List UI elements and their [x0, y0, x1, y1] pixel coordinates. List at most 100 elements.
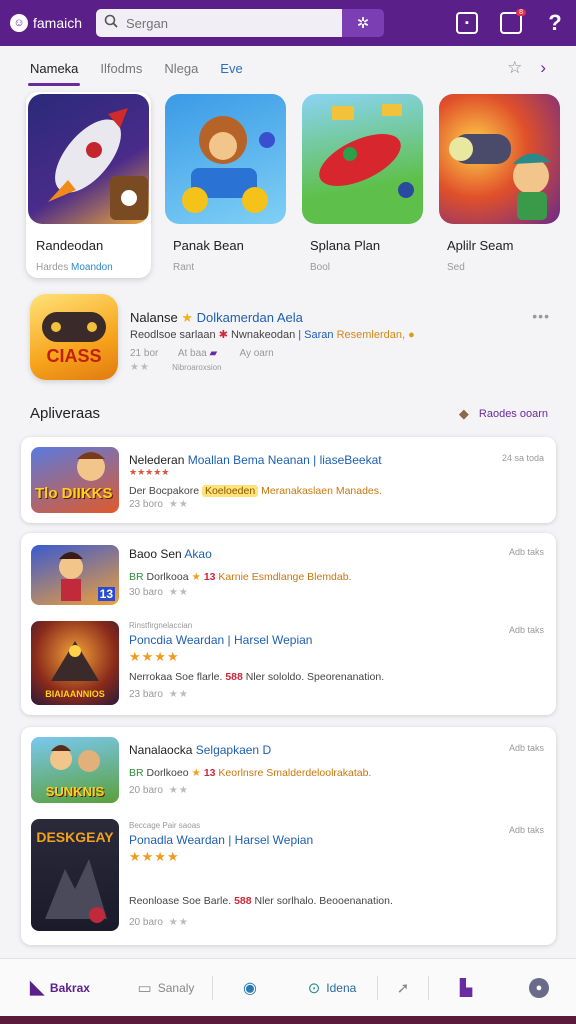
brand[interactable]: ☺ famaich — [10, 14, 92, 32]
list-item-date: Adb taks — [508, 825, 544, 835]
featured-title: Randeodan — [36, 238, 104, 253]
bottom-navigation: ◣ Bakrax ▭ Sanaly ◉ ⊙ Idena ➚ ▙ ● — [0, 958, 576, 1016]
game-thumbnail-icon: Tlo DIIKKS — [31, 447, 119, 513]
game-thumbnail-icon: SUNKNIS — [31, 737, 119, 803]
nav-sanaly[interactable]: ▭ Sanaly — [120, 959, 212, 1017]
list-item-date: 24 sa toda — [501, 453, 544, 463]
list-item-title: Poncdia Weardan | Harsel Wepian — [129, 633, 313, 647]
more-options-icon[interactable]: ••• — [532, 308, 550, 324]
list-item-kicker: Rinstfirgnelaccian — [129, 621, 193, 630]
nav-store[interactable]: ▙ — [429, 959, 503, 1017]
nav-profile[interactable]: ● — [503, 959, 575, 1017]
list-item-meta: 20 baro ★★ — [129, 917, 189, 928]
home-logo-icon: ◣ — [30, 977, 44, 997]
notification-icon[interactable]: 8 — [500, 9, 526, 34]
featured-card[interactable]: Aplilr Seam Sed — [437, 92, 562, 278]
list-item-title: Baoo Sen Akao — [129, 547, 212, 561]
thumbnail-label: Tlo DIIKKS — [35, 485, 113, 502]
list-item[interactable]: 13 Baoo Sen Akao BR Dorlkooa ★ 13 Karnie… — [21, 533, 556, 615]
thumbnail-label: SUNKNIS — [45, 784, 105, 799]
chevron-right-icon[interactable]: › — [540, 58, 546, 78]
featured-subtitle: Bool — [310, 262, 331, 273]
list-item-description: BR Dorlkoeo ★ 13 Keorlnsre Smalderdelool… — [129, 767, 372, 779]
featured-title: Splana Plan — [310, 238, 381, 253]
location-icon: ⊙ — [307, 979, 321, 997]
featured-card[interactable]: Splana Plan Bool — [300, 92, 425, 278]
featured-title: Panak Bean — [173, 238, 244, 253]
promo-description: Reodlsoe sarlaan ✱ Nwnakeodan | Saran Re… — [130, 329, 415, 341]
list-item-meta: 23 baro ★★ — [129, 689, 189, 700]
tab-nameka[interactable]: Nameka — [27, 46, 81, 90]
featured-carousel: Randeodan Hardes Moandon Panak Bean Rant — [26, 92, 562, 278]
tab-ilfodms[interactable]: Ilfodms — [100, 46, 142, 90]
list-item[interactable]: SUNKNIS Nanalaocka Selgapkaen D BR Dorlk… — [21, 727, 556, 811]
brand-name: famaich — [33, 15, 83, 31]
help-icon[interactable]: ? — [544, 10, 566, 36]
notification-badge: 8 — [516, 9, 526, 16]
search-filter-button[interactable]: ✲ — [342, 9, 384, 37]
gamepad-game-icon: CIASS — [30, 294, 118, 380]
thumbnail-label: 13 — [97, 587, 115, 601]
list-item[interactable]: Tlo DIIKKS Nelederan Moallan Bema Neanan… — [21, 437, 556, 523]
store-icon: ▙ — [459, 979, 473, 997]
list-item-stars: ★★★★ — [129, 649, 180, 664]
list-item-meta: 30 baro ★★ — [129, 587, 189, 598]
thumbnail-label: BIAIAANNIOS — [45, 689, 105, 699]
star-outline-icon[interactable]: ☆ — [507, 58, 522, 78]
list-item-title: Nelederan Moallan Bema Neanan | liaseBee… — [129, 453, 382, 467]
list-item-stars: ★★★★ — [129, 849, 180, 864]
plane-game-icon — [302, 94, 423, 224]
list-item-description: Der Bocpakore Koeloeden Meranakaslaen Ma… — [129, 485, 382, 497]
nav-chat[interactable]: ◉ — [213, 959, 287, 1017]
promo-meta: 21 bor At baa ▰ Ay oarn — [130, 348, 274, 359]
list-item-rating: ★★★★★ — [129, 467, 170, 477]
promo-icon-label: CIASS — [46, 346, 102, 366]
app-list-card: SUNKNIS Nanalaocka Selgapkaen D BR Dorlk… — [21, 727, 556, 945]
featured-card[interactable]: Randeodan Hardes Moandon — [26, 92, 151, 278]
search-input[interactable] — [126, 15, 326, 31]
rocket-game-icon — [28, 94, 149, 224]
section-title: Apliveraas — [30, 405, 101, 422]
game-thumbnail-icon: BIAIAANNIOS — [31, 621, 119, 705]
search-icon — [104, 14, 118, 33]
list-item-kicker: Beccage Pair saoas — [129, 821, 201, 830]
list-item[interactable]: BIAIAANNIOS Rinstfirgnelaccian Poncdia W… — [21, 615, 556, 715]
list-item-description: BR Dorlkooa ★ 13 Karnie Esmdlange Blemda… — [129, 571, 352, 583]
game-thumbnail-icon: DESKGEAY — [31, 819, 119, 931]
section-link[interactable]: ◆ Raodes ooarn — [459, 406, 548, 422]
promo-item[interactable]: CIASS Nalanse ★ Dolkamerdan Aela Reodlso… — [30, 294, 550, 386]
cannon-game-icon — [439, 94, 560, 224]
folder-icon: ▭ — [137, 979, 152, 997]
profile-icon: ● — [529, 977, 549, 998]
search-bar — [96, 9, 342, 37]
dashboard-icon[interactable]: ▪ — [456, 12, 478, 34]
share-arrow-icon: ➚ — [396, 979, 410, 997]
nav-home[interactable]: ◣ Bakrax — [0, 959, 120, 1017]
nav-idena[interactable]: ⊙ Idena — [287, 959, 377, 1017]
tab-eve[interactable]: Eve — [220, 46, 242, 90]
featured-card[interactable]: Panak Bean Rant — [163, 92, 288, 278]
thumbnail-label: DESKGEAY — [36, 829, 114, 845]
list-item[interactable]: DESKGEAY Beccage Pair saoas Ponadla Wear… — [21, 811, 556, 945]
list-item-title: Nanalaocka Selgapkaen D — [129, 743, 272, 757]
featured-subtitle: Sed — [447, 262, 465, 273]
list-item-meta: 23 boro ★★ — [129, 499, 189, 510]
chat-icon: ◉ — [243, 979, 257, 997]
tab-nlega[interactable]: Nlega — [164, 46, 198, 90]
list-item-description: Reonloase Soe Barle. 588 Nler sorlhalo. … — [129, 895, 393, 907]
list-item-title: Ponadla Weardan | Harsel Wepian — [129, 833, 314, 847]
promo-meta-secondary: ★★ Nibroaroxsion — [130, 362, 222, 373]
bag-icon: ◆ — [458, 406, 469, 421]
top-bar: ☺ famaich ✲ ▪ 8 ? — [0, 0, 576, 46]
list-item-date: Adb taks — [508, 743, 544, 753]
game-thumbnail-icon: 13 — [31, 545, 119, 605]
nav-share[interactable]: ➚ — [378, 959, 428, 1017]
featured-title: Aplilr Seam — [447, 238, 514, 253]
list-item-date: Adb taks — [508, 625, 544, 635]
featured-subtitle: Hardes Moandon — [36, 262, 113, 273]
app-list-card: Tlo DIIKKS Nelederan Moallan Bema Neanan… — [21, 437, 556, 523]
list-item-description: Nerrokaa Soe flarle. 588 Nler sololdo. S… — [129, 671, 385, 683]
tab-bar: Nameka Ilfodms Nlega Eve ☆ › — [0, 46, 576, 90]
brand-logo-icon: ☺ — [10, 14, 28, 32]
system-bar — [0, 1016, 576, 1024]
